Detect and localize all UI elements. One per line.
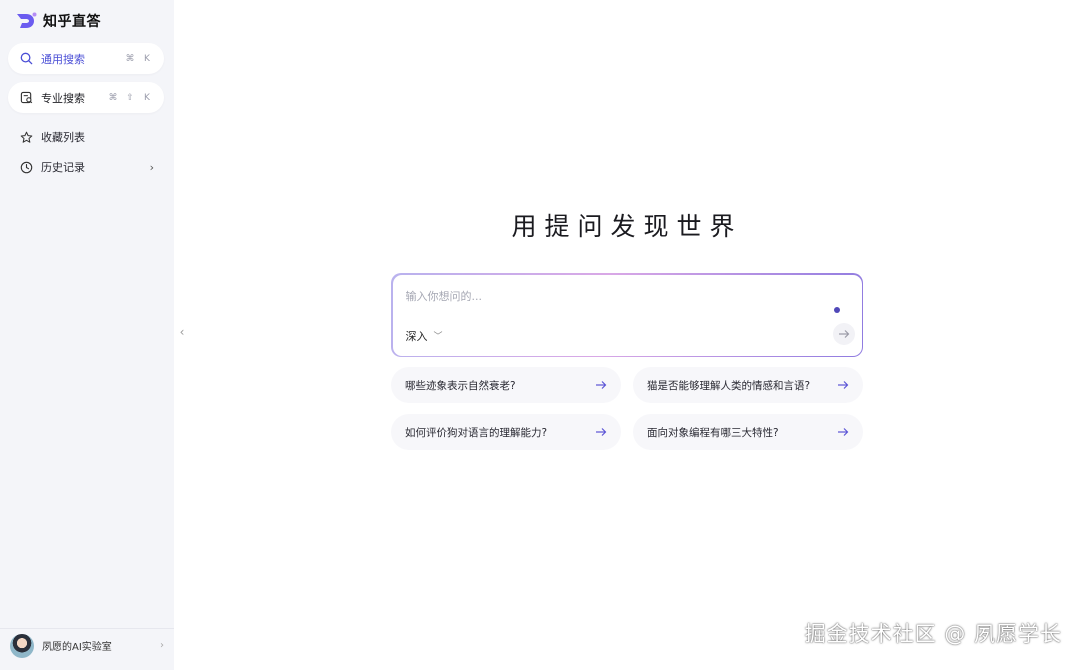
suggestion-text: 面向对象编程有哪三大特性?	[647, 426, 779, 439]
suggestion-card[interactable]: 哪些迹象表示自然衰老?	[391, 367, 621, 403]
sidebar-item-history[interactable]: 历史记录 ›	[8, 154, 164, 180]
chevron-right-icon: ›	[160, 640, 164, 651]
shortcut-key: K	[144, 92, 150, 103]
clock-icon	[18, 159, 34, 175]
general-search-button[interactable]: 通用搜索 ⌘ K	[8, 43, 164, 74]
suggestion-card[interactable]: 如何评价狗对语言的理解能力?	[391, 414, 621, 450]
page-title: 用提问发现世界	[511, 212, 743, 241]
arrow-right-icon	[838, 324, 850, 343]
suggestion-card[interactable]: 猫是否能够理解人类的情感和言语?	[633, 367, 863, 403]
pro-search-shortcut: ⌘ ⇧ K	[106, 91, 154, 105]
document-search-icon	[18, 90, 34, 106]
pro-search-button[interactable]: 专业搜索 ⌘ ⇧ K	[8, 82, 164, 113]
mode-label: 深入	[405, 329, 428, 343]
pro-search-label: 专业搜索	[41, 91, 85, 105]
arrow-right-icon	[595, 380, 607, 390]
mode-select[interactable]: 深入 ﹀	[406, 328, 443, 344]
zhida-logo-icon	[15, 11, 37, 31]
status-dot	[833, 306, 840, 313]
question-input[interactable]	[405, 286, 806, 307]
watermark: 掘金技术社区 @ 夙愿学长	[804, 622, 1062, 646]
avatar	[10, 633, 34, 658]
send-button[interactable]	[832, 322, 855, 345]
search-icon	[18, 51, 34, 67]
brand-name: 知乎直答	[43, 14, 101, 30]
chevron-right-icon: ›	[149, 160, 154, 174]
chevron-down-icon: ﹀	[433, 332, 443, 342]
suggestion-card[interactable]: 面向对象编程有哪三大特性?	[633, 414, 863, 450]
sidebar: 知乎直答 通用搜索 ⌘ K 专业搜索 ⌘ ⇧ K 收藏列表 历史记录 › 夙愿的…	[0, 0, 174, 670]
arrow-right-icon	[595, 427, 607, 437]
user-name: 夙愿的AI实验室	[42, 642, 112, 653]
arrow-right-icon	[837, 380, 849, 390]
shortcut-key: ⌘	[108, 92, 118, 103]
suggestion-text: 哪些迹象表示自然衰老?	[405, 379, 516, 392]
general-search-shortcut: ⌘ K	[123, 52, 154, 66]
ask-box: 深入 ﹀	[391, 273, 863, 357]
favorites-label: 收藏列表	[41, 131, 85, 144]
brand[interactable]: 知乎直答	[15, 10, 101, 32]
user-profile[interactable]: 夙愿的AI实验室 ›	[0, 628, 174, 662]
collapse-sidebar-button[interactable]: ‹	[177, 325, 187, 339]
suggestion-text: 猫是否能够理解人类的情感和言语?	[647, 379, 811, 392]
general-search-label: 通用搜索	[41, 52, 85, 66]
arrow-right-icon	[837, 427, 849, 437]
star-icon	[18, 129, 34, 145]
shortcut-key: ⌘	[125, 53, 135, 64]
shortcut-key: K	[144, 53, 150, 64]
sidebar-item-favorites[interactable]: 收藏列表	[8, 124, 164, 150]
suggestion-text: 如何评价狗对语言的理解能力?	[405, 426, 548, 439]
ask-box-inner: 深入 ﹀	[392, 274, 862, 356]
history-label: 历史记录	[41, 161, 85, 174]
shortcut-key: ⇧	[126, 92, 134, 103]
